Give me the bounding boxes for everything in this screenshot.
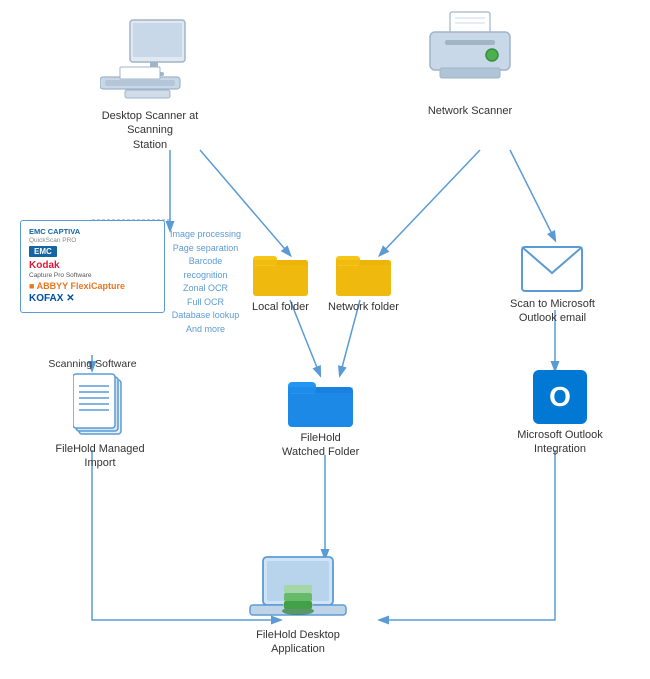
envelope-icon xyxy=(520,245,584,293)
scan-to-email-label: Scan to Microsoft Outlook email xyxy=(510,297,595,326)
network-folder-node: Network folder xyxy=(328,250,399,314)
scan-to-email-node: Scan to Microsoft Outlook email xyxy=(510,245,595,326)
network-scanner-label: Network Scanner xyxy=(428,104,512,118)
network-scanner-icon xyxy=(420,10,520,100)
network-folder-label: Network folder xyxy=(328,300,399,314)
desktop-scanner-node: Desktop Scanner at Scanning Station xyxy=(90,15,210,152)
desktop-app-node: FileHold Desktop Application xyxy=(248,555,348,657)
features-list: Image processing Page separation Barcode… xyxy=(170,228,241,336)
scanning-software-label: Scanning Software xyxy=(20,358,165,370)
local-folder-node: Local folder xyxy=(252,250,309,314)
watched-folder-label: FileHold Watched Folder xyxy=(282,431,359,460)
watched-folder-icon xyxy=(288,375,353,427)
network-scanner-node: Network Scanner xyxy=(420,10,520,118)
desktop-scanner-icon xyxy=(100,15,200,105)
local-folder-label: Local folder xyxy=(252,300,309,314)
outlook-integration-node: O Microsoft Outlook Integration xyxy=(500,370,620,457)
filehold-logo-icon xyxy=(280,583,316,615)
desktop-app-label: FileHold Desktop Application xyxy=(256,628,340,657)
local-folder-icon xyxy=(253,250,308,296)
network-folder-icon xyxy=(336,250,391,296)
outlook-integration-label: Microsoft Outlook Integration xyxy=(500,428,620,457)
managed-import-label: FileHold Managed Import xyxy=(40,442,160,471)
outlook-o-icon: O xyxy=(533,370,587,424)
scanning-software-box: EMC CAPTIVA QuickScan PRO EMC Kodak Capt… xyxy=(20,220,165,313)
desktop-scanner-label: Desktop Scanner at Scanning Station xyxy=(90,109,210,152)
diagram-container: Desktop Scanner at Scanning Station Netw… xyxy=(0,0,650,679)
doc-stack-icon xyxy=(73,370,127,438)
managed-import-node: FileHold Managed Import xyxy=(40,370,160,471)
watched-folder-node: FileHold Watched Folder xyxy=(282,375,359,460)
